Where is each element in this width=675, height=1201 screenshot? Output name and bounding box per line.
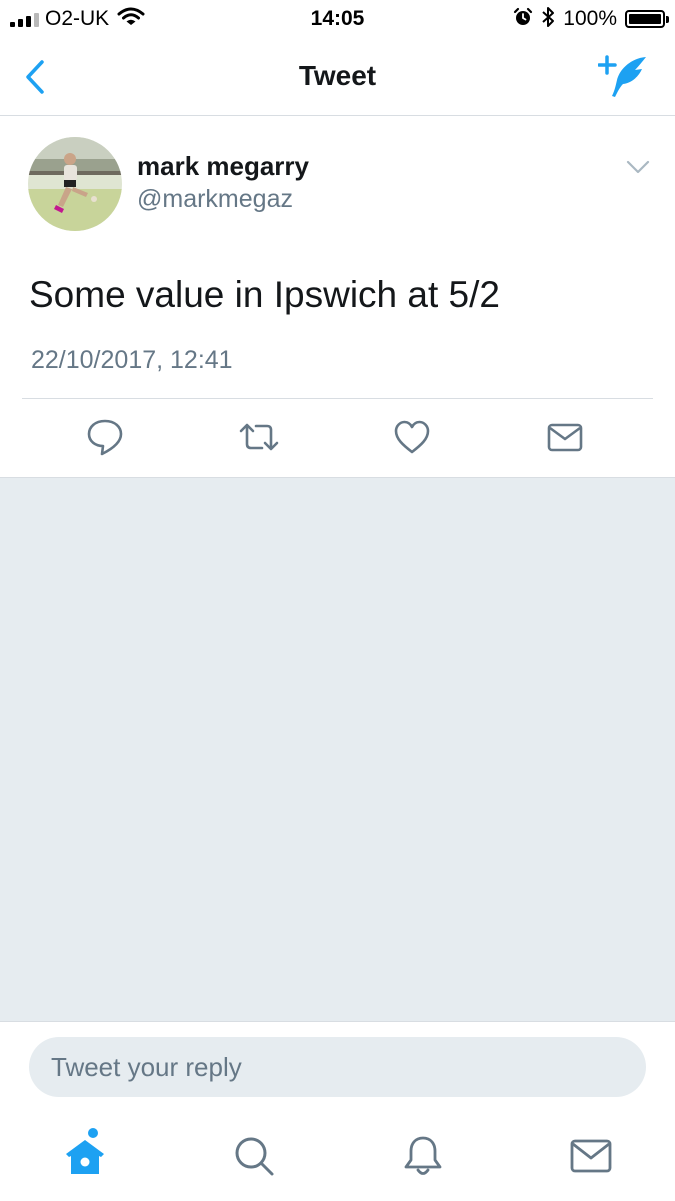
search-icon — [235, 1137, 274, 1176]
reply-input[interactable]: Tweet your reply — [29, 1037, 646, 1097]
page-title: Tweet — [298, 60, 377, 91]
retweet-icon — [239, 423, 279, 451]
tweet-timestamp: 22/10/2017, 12:41 — [31, 346, 233, 374]
status-right: 100% — [513, 5, 669, 33]
navigation-bar: Tweet — [0, 38, 675, 116]
direct-message-button[interactable] — [544, 416, 586, 458]
back-button[interactable] — [20, 58, 54, 96]
divider — [22, 398, 653, 399]
battery-fill — [629, 14, 661, 24]
direct-message-icon — [547, 423, 583, 452]
tab-search[interactable] — [230, 1132, 278, 1180]
chevron-down-icon — [626, 160, 650, 174]
author-name[interactable]: mark megarry — [137, 150, 309, 182]
like-button[interactable] — [391, 416, 433, 458]
battery-percent: 100% — [563, 7, 617, 30]
status-bar: O2-UK 14:05 100% — [0, 0, 675, 38]
retweet-button[interactable] — [238, 416, 280, 458]
wifi-icon — [117, 7, 145, 32]
home-icon — [66, 1140, 104, 1174]
signal-icon — [10, 11, 39, 27]
compose-feather-icon — [597, 55, 646, 97]
tab-notifications[interactable] — [399, 1132, 447, 1180]
bottom-bar: Tweet your reply — [0, 1021, 675, 1201]
reply-icon — [87, 419, 123, 456]
tweet-options-button[interactable] — [624, 156, 652, 178]
tweet-text: Some value in Ipswich at 5/2 — [29, 274, 500, 315]
chevron-left-icon — [26, 60, 44, 94]
status-left: O2-UK — [10, 5, 145, 33]
home-badge-dot — [88, 1128, 98, 1138]
bluetooth-icon — [541, 6, 555, 33]
alarm-icon — [513, 7, 533, 32]
tab-home[interactable] — [61, 1128, 109, 1180]
avatar[interactable] — [28, 137, 122, 231]
like-icon — [394, 420, 430, 454]
messages-icon — [570, 1139, 612, 1173]
battery-icon — [625, 10, 669, 28]
compose-tweet-button[interactable] — [597, 54, 650, 100]
tab-messages[interactable] — [567, 1132, 615, 1180]
carrier-label: O2-UK — [45, 7, 110, 30]
author-handle[interactable]: @markmegaz — [137, 183, 293, 215]
notifications-icon — [404, 1136, 442, 1175]
reply-button[interactable] — [84, 416, 126, 458]
